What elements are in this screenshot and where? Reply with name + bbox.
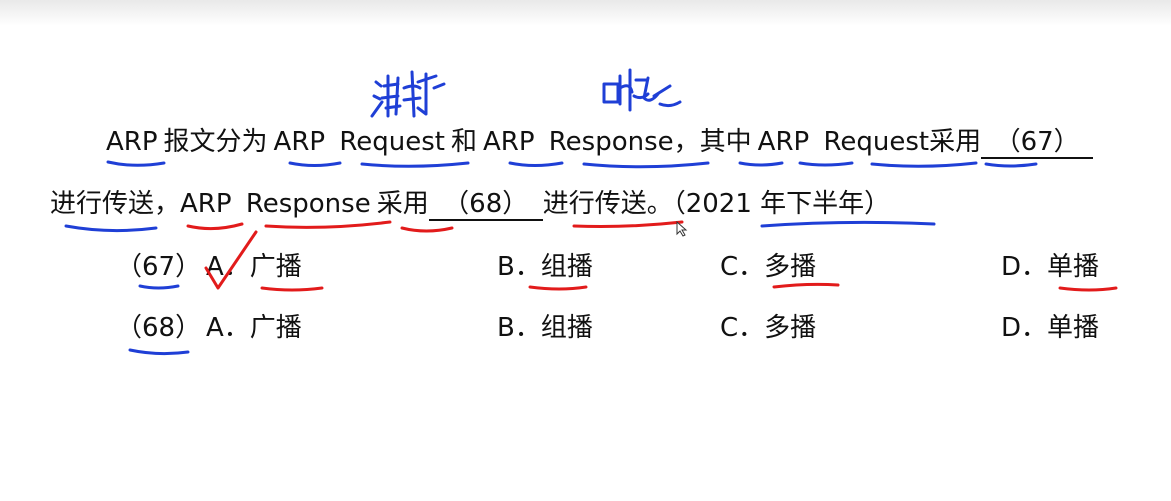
underline-arp-1 bbox=[106, 160, 166, 167]
option-number: （68） bbox=[116, 313, 202, 343]
underline-response-2 bbox=[264, 220, 392, 229]
underline-request-1 bbox=[360, 161, 470, 168]
underline-arp-3 bbox=[508, 161, 564, 167]
text-request: Request bbox=[823, 127, 930, 157]
text-arp: ARP bbox=[180, 189, 232, 219]
top-toolbar-strip bbox=[0, 0, 1171, 26]
option-c: C．多播 bbox=[720, 252, 817, 282]
option-b: B．组播 bbox=[497, 313, 593, 343]
question-line-2: 进行传送，ARP Response 采用 （68） 进行传送。（2021 年下半年） bbox=[50, 187, 890, 221]
text-baowen: 报文分为 bbox=[163, 127, 268, 157]
underline-67 bbox=[138, 284, 180, 290]
blank-67: （67） bbox=[981, 127, 1094, 159]
option-d: D．单播 bbox=[1001, 313, 1100, 343]
underline-arp-4 bbox=[798, 161, 854, 167]
underline-caiyong-1 bbox=[984, 162, 1038, 168]
underline-68 bbox=[128, 348, 190, 356]
text-arp: ARP bbox=[106, 127, 158, 157]
blank-68: （68） bbox=[428, 189, 543, 221]
underline-jinxing-2 bbox=[572, 220, 684, 228]
text-arp: ARP bbox=[482, 127, 535, 157]
text-arp: ARP bbox=[757, 127, 810, 157]
text-response: Response bbox=[245, 189, 371, 219]
option-a: A．广播 bbox=[206, 313, 302, 343]
text-jinxing-chuansong: 进行传送， bbox=[50, 189, 181, 219]
underline-caiyong-2 bbox=[400, 226, 454, 233]
option-d: D．单播 bbox=[1001, 252, 1100, 282]
underline-guangbo bbox=[260, 286, 324, 292]
underline-request-2 bbox=[870, 161, 978, 168]
option-c: C．多播 bbox=[720, 313, 817, 343]
handwritten-note-1 bbox=[370, 70, 446, 118]
text-caiyong: 采用 bbox=[376, 189, 429, 219]
text-response: Response， bbox=[548, 127, 700, 157]
underline-source bbox=[760, 220, 936, 228]
text-jinxing-chuansong: 进行传送。 bbox=[542, 189, 673, 219]
underline-qizhong bbox=[738, 161, 784, 167]
underline-arp-5 bbox=[186, 222, 244, 231]
underline-zubo bbox=[528, 285, 588, 291]
option-b: B．组播 bbox=[497, 252, 593, 282]
underline-danbo bbox=[1058, 286, 1118, 292]
question-source: （2021 年下半年） bbox=[672, 189, 891, 219]
underline-jinxing-1 bbox=[64, 224, 158, 233]
option-number: （67） bbox=[116, 252, 202, 282]
underline-duobo bbox=[772, 282, 840, 289]
handwritten-note-2 bbox=[602, 68, 682, 112]
text-arp: ARP bbox=[273, 127, 326, 157]
question-line-1: ARP 报文分为 ARP Request 和 ARP Response，其中 ARP Re… bbox=[106, 125, 1094, 159]
text-he: 和 bbox=[450, 127, 477, 157]
underline-arp-2 bbox=[288, 161, 342, 167]
text-request: Request bbox=[339, 127, 445, 157]
text-qizhong: 其中 bbox=[699, 127, 752, 157]
text-caiyong: 采用 bbox=[929, 127, 982, 157]
underline-response-1 bbox=[582, 161, 710, 169]
cursor-icon bbox=[676, 220, 688, 237]
option-a: A．广播 bbox=[206, 252, 302, 282]
